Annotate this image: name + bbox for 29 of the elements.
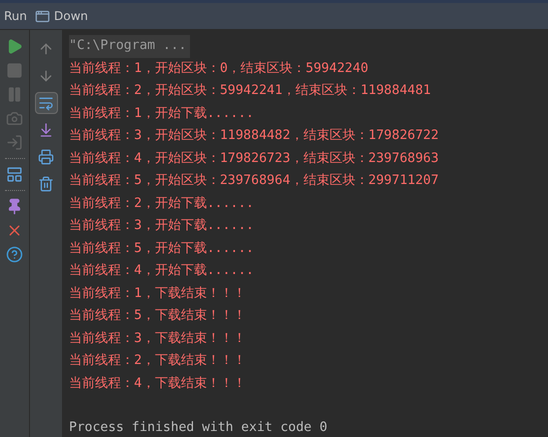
console-line: 当前线程：5，开始下载......: [69, 240, 255, 258]
console-line: 当前线程：5，开始区块：239768964，结束区块：299711207: [69, 172, 440, 190]
scroll-to-end-icon: [38, 122, 54, 138]
tab-label[interactable]: Down: [54, 7, 88, 25]
printer-icon: [38, 149, 54, 165]
console-line: 当前线程：1，开始下载......: [69, 104, 255, 122]
console-line: 当前线程：4，开始下载......: [69, 262, 255, 280]
console-line: 当前线程：2，开始区块：59942241，结束区块：119884481: [69, 82, 432, 100]
console-line: 当前线程：2，下载结束！！！: [69, 352, 247, 370]
console-line: 当前线程：1，开始区块：0，结束区块：59942240: [69, 60, 370, 78]
console-line: 当前线程：3，开始区块：119884482，结束区块：179826722: [69, 127, 440, 145]
trash-icon: [38, 176, 54, 192]
console-line: 当前线程：4，开始区块：179826723，结束区块：239768963: [69, 150, 440, 168]
window-icon: [35, 8, 50, 24]
help-icon[interactable]: [6, 246, 23, 263]
wrap-icon: [38, 95, 54, 111]
console-line: Process finished with exit code 0: [69, 419, 328, 437]
play-icon[interactable]: [6, 38, 23, 55]
console-line: 当前线程：1，下载结束！！！: [69, 284, 247, 302]
layout-icon[interactable]: [6, 166, 23, 183]
wrap-button[interactable]: [34, 92, 58, 114]
pin-icon[interactable]: [6, 198, 23, 215]
console-line: 当前线程：4，下载结束！！！: [69, 374, 247, 392]
console-line: 当前线程：2，开始下载......: [69, 194, 255, 212]
down-arrow-icon: [38, 68, 54, 84]
console-line: 当前线程：3，下载结束！！！: [69, 330, 247, 348]
tool-window-title: Run: [4, 8, 28, 25]
console-line: 当前线程：3，开始下载......: [69, 217, 255, 235]
console-line: 当前线程：5，下载结束！！！: [69, 307, 247, 325]
